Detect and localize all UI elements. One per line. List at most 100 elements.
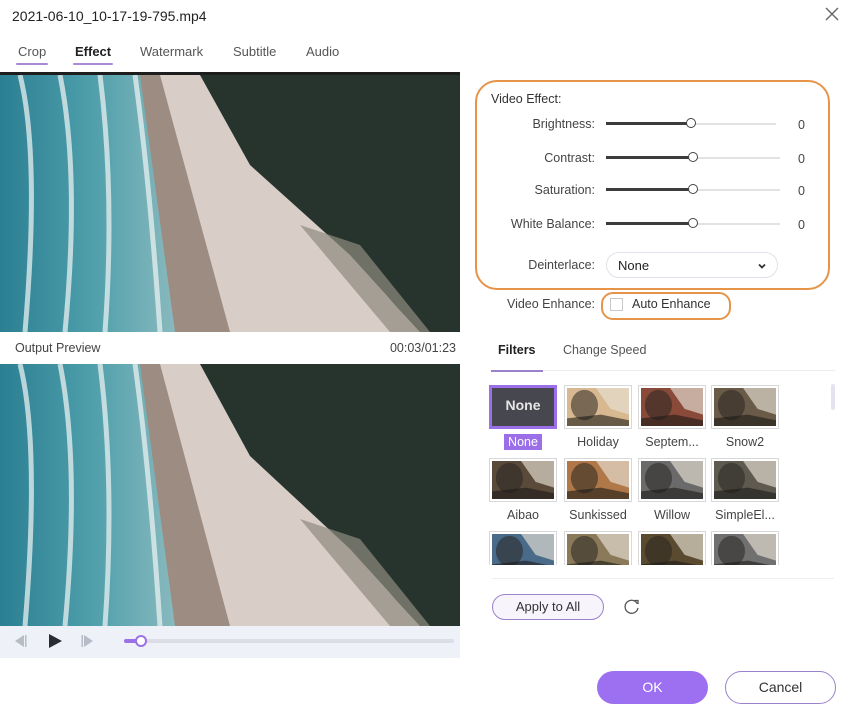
filter-preview-image	[567, 534, 629, 565]
contrast-slider[interactable]	[606, 152, 780, 164]
filter-thumbnail[interactable]	[711, 385, 779, 429]
filter-preview-image	[714, 534, 776, 565]
previous-frame-icon	[15, 635, 27, 647]
filter-thumbnail[interactable]: None	[489, 385, 557, 429]
tab-crop[interactable]: Crop	[15, 44, 49, 65]
reset-button[interactable]	[622, 597, 642, 617]
filter-preview-image	[492, 534, 554, 565]
beach-aerial-output-image	[0, 364, 460, 626]
filter-thumbnail-text: None	[505, 397, 541, 413]
apply-to-all-button[interactable]: Apply to All	[492, 594, 604, 620]
filter-label-text: None	[504, 434, 542, 450]
brightness-slider[interactable]	[606, 118, 776, 130]
filter-thumbnail[interactable]	[489, 531, 557, 565]
filter-thumbnail[interactable]	[489, 458, 557, 502]
slider-handle[interactable]	[688, 218, 698, 228]
video-enhance-label: Video Enhance:	[506, 297, 595, 311]
chevron-down-icon	[758, 263, 766, 269]
filter-preview-image	[714, 388, 776, 426]
brightness-label: Brightness:	[532, 117, 595, 131]
output-video-preview	[0, 364, 460, 626]
deinterlace-dropdown[interactable]: None	[606, 252, 778, 278]
saturation-label: Saturation:	[534, 183, 595, 197]
subtab-filters[interactable]: Filters	[498, 343, 536, 357]
deinterlace-value: None	[618, 258, 650, 273]
filter-divider	[492, 578, 834, 579]
filter-thumbnail[interactable]	[638, 458, 706, 502]
playback-time: 00:03/01:23	[389, 341, 456, 355]
slider-handle[interactable]	[688, 152, 698, 162]
deinterlace-label: Deinterlace:	[528, 258, 595, 272]
filter-label-text: SimpleEl...	[715, 508, 775, 522]
play-icon	[49, 634, 62, 648]
filter-label-text: Sunkissed	[569, 508, 627, 522]
filter-thumbnail[interactable]	[711, 531, 779, 565]
filter-label-text: Holiday	[577, 435, 619, 449]
filter-label: Snow2	[705, 435, 785, 449]
filter-thumbnail[interactable]	[564, 531, 632, 565]
playback-progress-slider[interactable]	[124, 635, 454, 647]
slider-fill	[606, 156, 693, 159]
filter-label: Sunkissed	[558, 508, 638, 522]
reset-icon	[624, 599, 639, 614]
beach-aerial-image	[0, 75, 460, 332]
white-balance-label: White Balance:	[510, 217, 595, 231]
close-icon	[825, 7, 839, 21]
tab-effect[interactable]: Effect	[72, 44, 114, 65]
subtab-change-speed[interactable]: Change Speed	[563, 343, 646, 357]
white-balance-value: 0	[798, 218, 805, 232]
filter-preview-image	[567, 388, 629, 426]
output-preview-bar: Output Preview 00:03/01:23	[0, 335, 460, 363]
filter-preview-image	[641, 461, 703, 499]
next-frame-button[interactable]	[80, 633, 96, 652]
slider-handle[interactable]	[688, 184, 698, 194]
filter-thumbnail[interactable]	[564, 385, 632, 429]
slider-fill	[606, 122, 691, 125]
tab-subtitle[interactable]: Subtitle	[233, 44, 276, 63]
slider-fill	[606, 222, 693, 225]
ok-button[interactable]: OK	[597, 671, 708, 704]
white-balance-slider[interactable]	[606, 218, 780, 230]
filter-label: Aibao	[489, 508, 563, 522]
saturation-slider[interactable]	[606, 184, 780, 196]
filter-preview-image	[492, 461, 554, 499]
original-video-preview	[0, 75, 460, 332]
play-button[interactable]	[47, 633, 63, 652]
filter-label-text: Willow	[653, 508, 691, 522]
output-preview-label: Output Preview	[15, 341, 101, 355]
filter-label: SimpleEl...	[705, 508, 785, 522]
cancel-button[interactable]: Cancel	[725, 671, 836, 704]
filter-grid: None None Holiday Septem... Snow2 Aibao Sunkis…	[489, 385, 824, 565]
filter-thumbnail[interactable]	[711, 458, 779, 502]
filter-thumbnail[interactable]	[564, 458, 632, 502]
filter-preview-image	[641, 388, 703, 426]
saturation-value: 0	[798, 184, 805, 198]
filter-thumbnail[interactable]	[638, 531, 706, 565]
filter-label-text: Septem...	[645, 435, 699, 449]
filter-label: None	[489, 434, 563, 450]
playback-progress-handle[interactable]	[134, 635, 147, 647]
brightness-value: 0	[798, 118, 805, 132]
video-effect-heading: Video Effect:	[491, 92, 562, 106]
window-title: 2021-06-10_10-17-19-795.mp4	[12, 8, 207, 24]
close-button[interactable]	[822, 4, 842, 24]
subtab-active-indicator	[491, 370, 543, 372]
tab-watermark[interactable]: Watermark	[140, 44, 203, 63]
filter-thumbnail[interactable]	[638, 385, 706, 429]
slider-fill	[606, 188, 693, 191]
player-controls	[0, 626, 460, 658]
filter-scrollbar[interactable]	[831, 384, 835, 410]
filter-preview-image	[714, 461, 776, 499]
tab-audio[interactable]: Audio	[306, 44, 339, 63]
auto-enhance-checkbox[interactable]	[610, 298, 623, 311]
previous-frame-button[interactable]	[12, 633, 28, 652]
tab-bar: Crop Effect Watermark Subtitle Audio	[0, 44, 470, 66]
filter-preview-image	[641, 534, 703, 565]
contrast-value: 0	[798, 152, 805, 166]
filter-label: Willow	[632, 508, 712, 522]
filter-label: Holiday	[558, 435, 638, 449]
auto-enhance-label[interactable]: Auto Enhance	[632, 297, 711, 311]
slider-handle[interactable]	[686, 118, 696, 128]
next-frame-icon	[81, 635, 93, 647]
filter-label-text: Snow2	[725, 435, 765, 449]
